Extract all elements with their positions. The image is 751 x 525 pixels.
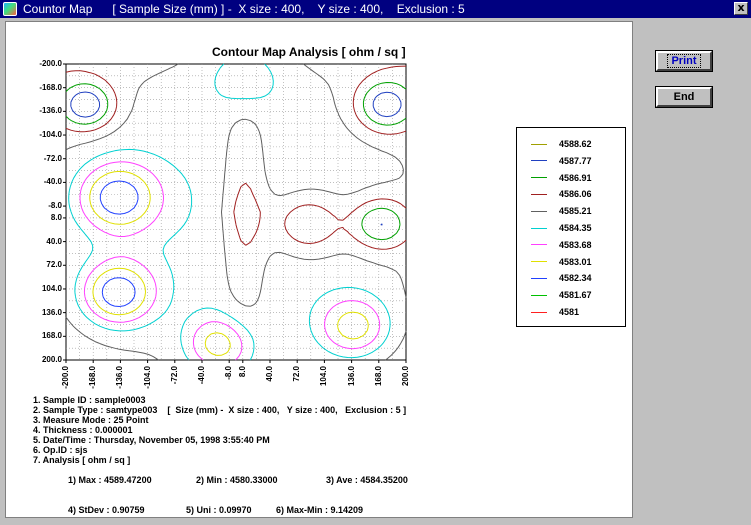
legend-entry: 4587.77 [531, 155, 592, 167]
legend-label: 4586.91 [559, 172, 592, 183]
y-tick-label: 8.0 [50, 212, 62, 222]
analysis-stdev: 4) StDev : 0.90759 [68, 505, 145, 515]
info-analysis-heading: 7. Analysis [ ohm / sq ] [33, 455, 131, 465]
legend-label: 4588.62 [559, 139, 592, 149]
y-tick-label: 104.0 [41, 283, 62, 293]
info-thickness: 4. Thickness : 0.000001 [33, 425, 133, 435]
legend-label: 4582.34 [559, 273, 592, 284]
info-op-id: 6. Op.ID : sjs [33, 445, 88, 455]
y-tick-label: 168.0 [41, 331, 62, 341]
y-tick-label: -104.0 [39, 130, 62, 140]
print-button-label: Print [667, 54, 701, 68]
legend-label: 4581.67 [559, 290, 592, 301]
app-icon [3, 2, 17, 16]
chart-panel: Contour Map Analysis [ ohm / sq ] -200.0… [5, 21, 633, 518]
legend-label: 4585.21 [559, 206, 592, 217]
legend-label: 4584.35 [559, 223, 592, 233]
legend-label: 4583.68 [559, 239, 592, 250]
legend-label: 4581 [559, 307, 580, 317]
end-button[interactable]: End [655, 86, 713, 108]
legend-swatch [531, 311, 547, 313]
legend-label: 4583.01 [559, 256, 592, 267]
legend: 4588.62 4587.77 4586.91 4586.06 4585.21 4584.… [516, 127, 626, 327]
contour-map-window: Countor Map [ Sample Size (mm) ] - X siz… [0, 0, 751, 521]
info-measure-mode: 3. Measure Mode : 25 Point [33, 415, 149, 425]
analysis-max: 1) Max : 4589.47200 [68, 475, 152, 485]
analysis-uni: 5) Uni : 0.09970 [186, 505, 252, 515]
analysis-ave: 3) Ave : 4584.35200 [326, 475, 408, 485]
legend-swatch [531, 294, 547, 296]
legend-entry: 4581 [531, 306, 579, 318]
legend-swatch [531, 277, 547, 279]
window-title: Countor Map [ Sample Size (mm) ] - X siz… [23, 2, 465, 16]
legend-swatch [531, 210, 547, 212]
info-sample-id: 1. Sample ID : sample0003 [33, 395, 146, 405]
y-tick-label: -168.0 [39, 82, 62, 92]
y-tick-label: 200.0 [41, 355, 62, 364]
y-tick-label: -40.0 [43, 177, 62, 187]
legend-entry: 4588.62 [531, 138, 592, 150]
legend-entry: 4586.06 [531, 188, 592, 200]
analysis-max-min: 6) Max-Min : 9.14209 [276, 505, 364, 515]
legend-entry: 4582.34 [531, 272, 592, 284]
legend-swatch [531, 244, 547, 246]
legend-entry: 4586.91 [531, 172, 592, 184]
legend-label: 4586.06 [559, 189, 592, 200]
analysis-row-1: 1) Max : 4589.47200 2) Min : 4580.33000 3)… [33, 465, 408, 495]
legend-swatch [531, 143, 547, 145]
legend-swatch [531, 177, 547, 179]
y-tick-label: -8.0 [48, 201, 62, 211]
legend-swatch [531, 160, 547, 162]
close-button[interactable]: x [734, 2, 748, 15]
y-tick-label: 40.0 [46, 236, 62, 246]
y-tick-label: -72.0 [43, 153, 62, 163]
y-tick-label: 136.0 [41, 307, 62, 317]
legend-swatch [531, 227, 547, 229]
title-bar[interactable]: Countor Map [ Sample Size (mm) ] - X siz… [0, 0, 751, 18]
legend-swatch [531, 261, 547, 263]
legend-label: 4587.77 [559, 155, 592, 166]
legend-entry: 4583.68 [531, 239, 592, 251]
analysis-min: 2) Min : 4580.33000 [196, 475, 278, 485]
y-tick-label: -136.0 [39, 106, 62, 116]
legend-swatch [531, 193, 547, 195]
legend-entry: 4581.67 [531, 289, 592, 301]
sample-info: 1. Sample ID : sample0003 2. Sample Type… [33, 395, 408, 525]
side-panel: Print End [636, 21, 751, 518]
y-tick-label: 72.0 [46, 260, 62, 270]
legend-entry: 4585.21 [531, 205, 592, 217]
info-sample-type: 2. Sample Type : samtype003 [ Size (mm) … [33, 405, 407, 415]
info-date-time: 5. Date/Time : Thursday, November 05, 19… [33, 435, 270, 445]
y-tick-label: -200.0 [39, 59, 62, 68]
legend-entry: 4583.01 [531, 256, 592, 268]
plot-frame [65, 63, 407, 361]
legend-entry: 4584.35 [531, 222, 592, 234]
print-button[interactable]: Print [655, 50, 713, 72]
